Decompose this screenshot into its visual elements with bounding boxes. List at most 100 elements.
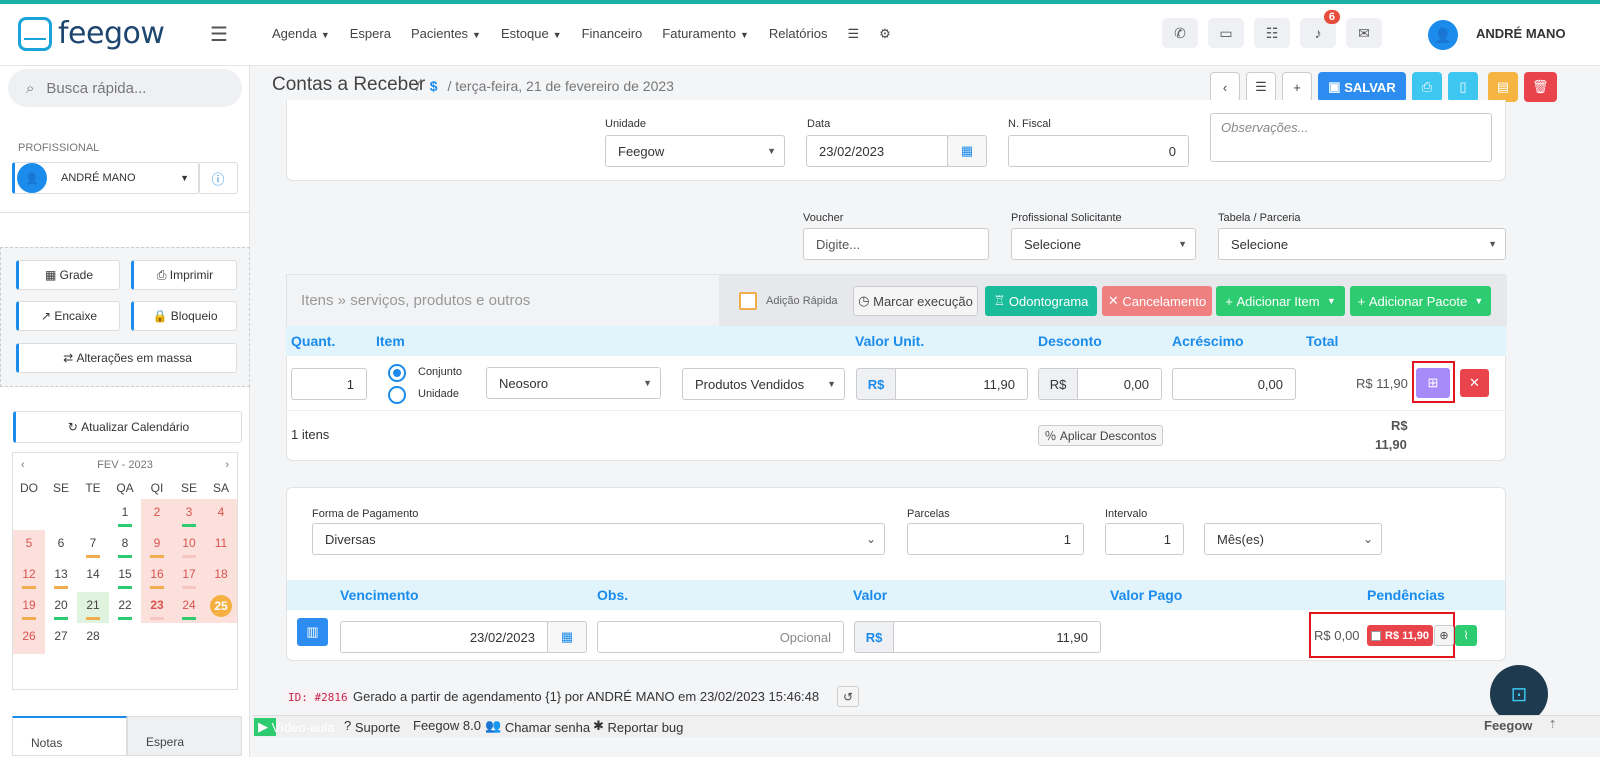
nav-pacientes[interactable]: Pacientes ▼ (411, 26, 481, 42)
calendar-day[interactable]: 13 (45, 561, 77, 592)
print-button[interactable]: ⎙ Imprimir (131, 260, 237, 290)
payment-method-select[interactable]: Diversas ⌄ (312, 523, 885, 555)
bulk-changes-button[interactable]: ⇄ Alterações em massa (16, 343, 237, 373)
scroll-top-icon[interactable]: ⇡ (1548, 718, 1557, 731)
nav-agenda[interactable]: Agenda ▼ (272, 26, 330, 42)
period-select[interactable]: Mês(es) ⌄ (1204, 523, 1382, 555)
gear-icon[interactable]: ⚙ (879, 26, 891, 42)
print-icon[interactable]: ⎙ (1412, 72, 1442, 102)
surcharge-input[interactable]: 0,00 (1172, 368, 1296, 400)
calendar-day[interactable]: 12 (13, 561, 45, 592)
user-name[interactable]: ANDRÉ MANO (1476, 26, 1566, 41)
calendar-day[interactable]: 5 (13, 530, 45, 561)
document-icon[interactable]: ▯ (1448, 72, 1478, 102)
prof-sol-select[interactable]: Selecione ▼ (1011, 228, 1196, 260)
report-bug-button[interactable]: ✱ Reportar bug (593, 718, 683, 735)
database-icon[interactable]: ☰ (847, 26, 859, 42)
calendar-day[interactable]: 24 (173, 592, 205, 623)
calendar-day[interactable]: 3 (173, 499, 205, 530)
paperclip-icon[interactable]: ⌇ (1455, 625, 1477, 646)
voucher-input[interactable]: Digite... (803, 228, 989, 260)
tasks-icon[interactable]: ☷ (1254, 18, 1290, 48)
odontogram-button[interactable]: ♖ Odontograma (985, 286, 1097, 316)
call-ticket-button[interactable]: 👥 Chamar senha (485, 718, 590, 735)
search-input[interactable]: ⌕ Busca rápida... (8, 69, 242, 107)
bell-icon[interactable]: ♪ 6 (1300, 10, 1340, 48)
calendar-day[interactable]: 14 (77, 561, 109, 592)
calendar-day[interactable]: 7 (77, 530, 109, 561)
item-select[interactable]: Neosoro ▼ (486, 367, 661, 399)
back-button[interactable]: ‹ (1210, 72, 1240, 102)
chevron-right-icon[interactable]: › (225, 459, 229, 471)
file-icon[interactable]: ▤ (1488, 72, 1518, 102)
calendar-day[interactable]: 23 (141, 592, 173, 623)
pending-checkbox[interactable] (1371, 630, 1381, 641)
tabela-select[interactable]: Selecione ▼ (1218, 228, 1506, 260)
discount-input[interactable]: 0,00 (1077, 368, 1162, 400)
apply-discounts-button[interactable]: ％ Aplicar Descontos (1038, 425, 1163, 446)
calendar-day[interactable]: 19 (13, 592, 45, 623)
unidade-select[interactable]: Feegow ▼ (605, 135, 785, 167)
add-button[interactable]: + (1282, 72, 1312, 102)
user-avatar[interactable]: 👤 (1428, 20, 1458, 50)
tab-espera[interactable]: Espera (127, 716, 242, 756)
obs-input[interactable]: Opcional (597, 621, 844, 653)
add-package-button[interactable]: + Adicionar Pacote ▼ (1350, 286, 1491, 316)
add-item-button[interactable]: + Adicionar Item ▼ (1216, 286, 1345, 316)
nav-faturamento[interactable]: Faturamento ▼ (662, 26, 749, 42)
list-button[interactable]: ☰ (1246, 72, 1276, 102)
category-select[interactable]: Produtos Vendidos ▼ (682, 368, 845, 400)
menu-icon[interactable]: ☰ (210, 22, 228, 47)
inbox-icon[interactable]: ▭ (1208, 18, 1244, 48)
discount-currency-prefix[interactable]: R$ (1038, 368, 1078, 400)
calendar-day[interactable]: 26 (13, 623, 45, 654)
refresh-calendar-button[interactable]: ↻ Atualizar Calendário (13, 411, 242, 443)
calendar-icon[interactable]: ▦ (547, 621, 587, 653)
calendar-day[interactable]: 9 (141, 530, 173, 561)
cancel-button[interactable]: ✕ Cancelamento (1102, 286, 1212, 316)
calendar-day[interactable]: 25 (205, 592, 237, 623)
calendar-day[interactable]: 8 (109, 530, 141, 561)
nav-relatorios[interactable]: Relatórios (769, 26, 828, 42)
due-date-input[interactable]: 23/02/2023 (340, 621, 548, 653)
quantity-input[interactable]: 1 (291, 368, 367, 400)
calendar-day[interactable]: 27 (45, 623, 77, 654)
calendar-day[interactable]: 21 (77, 592, 109, 623)
date-input[interactable]: 23/02/2023 (806, 135, 948, 167)
calendar-day[interactable]: 15 (109, 561, 141, 592)
nav-espera[interactable]: Espera (350, 26, 391, 42)
history-icon[interactable]: ↺ (837, 686, 859, 707)
professional-select[interactable]: 👤 ANDRÉ MANO ▼ (12, 162, 200, 194)
remove-row-icon[interactable]: ✕ (1460, 369, 1489, 397)
encaixe-button[interactable]: ↗ Encaixe (16, 301, 120, 331)
calendar-icon[interactable]: ▦ (947, 135, 987, 167)
quick-add-checkbox[interactable] (739, 292, 757, 310)
installments-input[interactable]: 1 (907, 523, 1084, 555)
logo[interactable]: feegow (18, 16, 165, 51)
nav-financeiro[interactable]: Financeiro (582, 26, 643, 42)
calendar-day[interactable]: 16 (141, 561, 173, 592)
barcode-icon[interactable]: ▥ (297, 618, 328, 646)
zoom-in-icon[interactable]: ⊕ (1434, 625, 1454, 646)
nfiscal-input[interactable]: 0 (1008, 135, 1189, 167)
dollar-icon[interactable]: $ (430, 78, 438, 94)
chevron-left-icon[interactable]: ‹ (21, 459, 25, 471)
bloqueio-button[interactable]: 🔒 Bloqueio (131, 301, 237, 331)
calendar-day[interactable]: 17 (173, 561, 205, 592)
calendar-day[interactable]: 11 (205, 530, 237, 561)
calendar-day[interactable]: 6 (45, 530, 77, 561)
video-tutorial-button[interactable]: ▶ Vídeo-aula (254, 718, 335, 736)
unidade-radio[interactable] (388, 386, 406, 404)
tab-notas[interactable]: Notas (12, 716, 127, 756)
nav-estoque[interactable]: Estoque ▼ (501, 26, 562, 42)
package-add-icon[interactable]: ⊞ (1416, 368, 1450, 398)
save-button[interactable]: ▣ SALVAR (1318, 72, 1406, 102)
pending-badge[interactable]: R$ 11,90 (1367, 625, 1433, 646)
calendar-day[interactable]: 10 (173, 530, 205, 561)
chat-icon[interactable]: ✉ (1346, 18, 1382, 48)
info-icon[interactable]: ⓘ (198, 162, 238, 194)
conjunto-radio[interactable] (388, 364, 406, 382)
calendar-day[interactable]: 4 (205, 499, 237, 530)
payment-value-input[interactable]: 11,90 (893, 621, 1101, 653)
calendar-day[interactable]: 2 (141, 499, 173, 530)
